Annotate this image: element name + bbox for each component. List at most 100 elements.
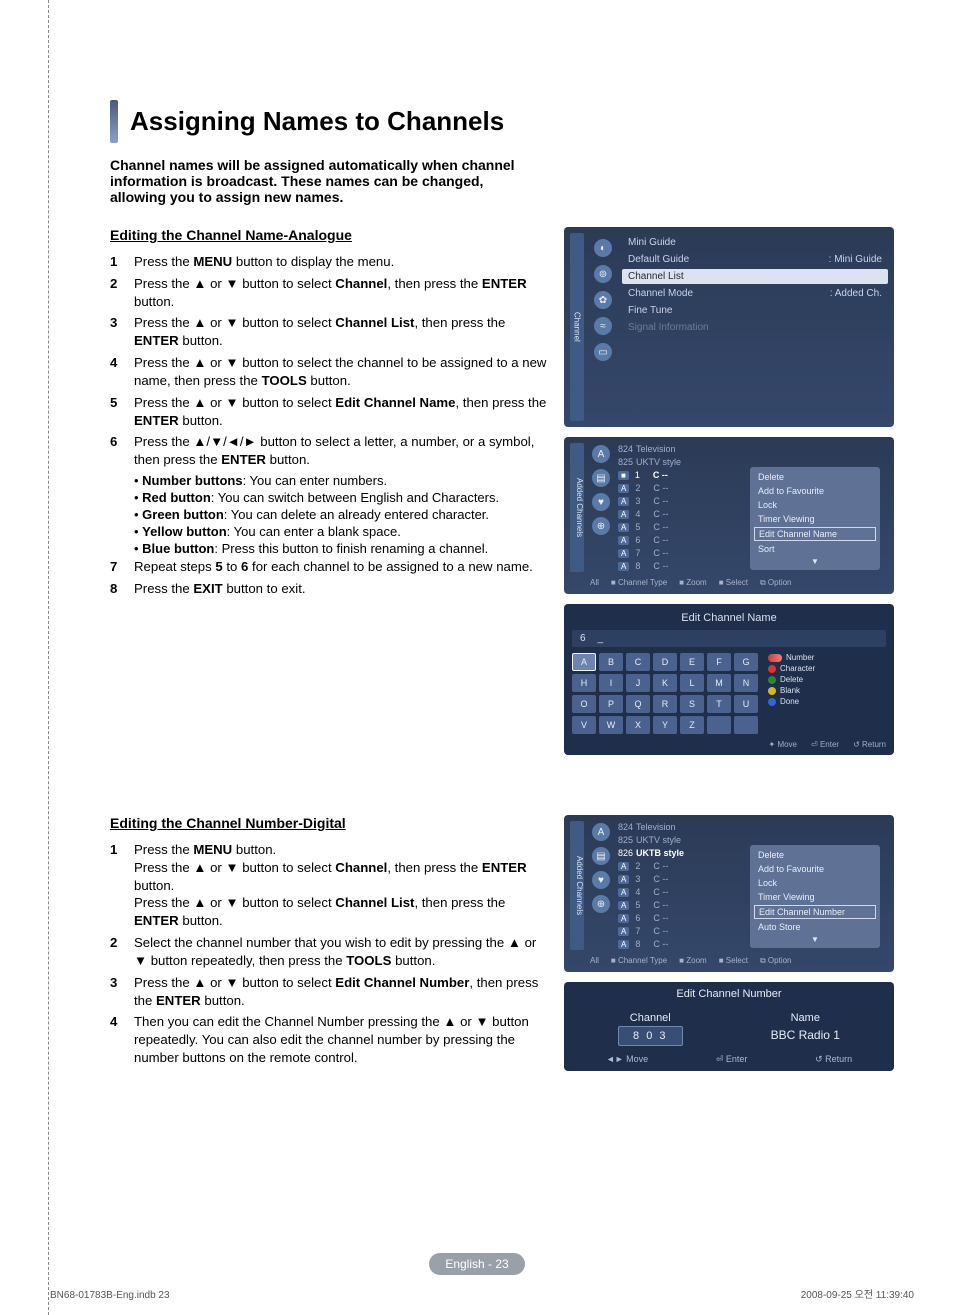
popup-item[interactable]: Timer Viewing bbox=[754, 513, 876, 525]
keyboard-key[interactable]: R bbox=[653, 695, 677, 713]
menu-item[interactable]: Channel List bbox=[622, 269, 888, 284]
indesign-footer-right: 2008-09-25 오전 11:39:40 bbox=[801, 1286, 914, 1301]
step-body: Press the ▲/▼/◄/► button to select a let… bbox=[134, 433, 548, 469]
keyboard-key[interactable]: P bbox=[599, 695, 623, 713]
bullet-item: • Yellow button: You can enter a blank s… bbox=[134, 524, 548, 539]
footer-hint: ↺ Return bbox=[815, 1054, 852, 1065]
osd-side-tab: Added Channels bbox=[570, 821, 584, 950]
keyboard-key[interactable]: A bbox=[572, 653, 596, 671]
keyboard-key[interactable]: B bbox=[599, 653, 623, 671]
keyboard-key[interactable]: X bbox=[626, 716, 650, 734]
section-1-screens: Channel ◐ ⊚ ✿ ≈ ▭ Mini GuideDefault Guid… bbox=[564, 227, 894, 755]
keyboard-key[interactable] bbox=[734, 716, 758, 734]
keyboard-key[interactable]: F bbox=[707, 653, 731, 671]
legend-row: Done bbox=[768, 697, 815, 706]
keyboard-entry-row: 6 _ bbox=[572, 630, 886, 647]
fav-icon: ♥ bbox=[592, 493, 610, 511]
step-body: Then you can edit the Channel Number pre… bbox=[134, 1013, 548, 1066]
popup-item[interactable]: Delete bbox=[754, 471, 876, 483]
popup-item[interactable]: Auto Store bbox=[754, 921, 876, 933]
osd-channel-menu: Channel ◐ ⊚ ✿ ≈ ▭ Mini GuideDefault Guid… bbox=[564, 227, 894, 427]
menu-item[interactable]: Fine Tune bbox=[622, 303, 888, 318]
osd-footer: All■ Channel Type■ Zoom■ Select⧉ Option bbox=[570, 578, 888, 588]
entry-channel-num: 6 bbox=[580, 633, 586, 644]
bullet-item: • Green button: You can delete an alread… bbox=[134, 507, 548, 522]
ecn-name-value: BBC Radio 1 bbox=[771, 1028, 840, 1042]
page-number-pill: English - 23 bbox=[429, 1253, 524, 1275]
keyboard-key[interactable] bbox=[707, 716, 731, 734]
step-body: Repeat steps 5 to 6 for each channel to … bbox=[134, 558, 548, 576]
tune-icon: ≈ bbox=[594, 317, 612, 335]
keyboard-key[interactable]: C bbox=[626, 653, 650, 671]
step-number: 2 bbox=[110, 934, 134, 970]
list-icon: ▤ bbox=[592, 469, 610, 487]
keyboard-keys: ABCDEFG HIJKLMN OPQRSTU VWXYZ bbox=[572, 653, 758, 734]
section-1: Editing the Channel Name-Analogue 1Press… bbox=[110, 227, 894, 755]
page-content: Assigning Names to Channels Channel name… bbox=[0, 0, 954, 1111]
keyboard-key[interactable]: Y bbox=[653, 716, 677, 734]
step-number: 8 bbox=[110, 580, 134, 598]
keyboard-key[interactable]: U bbox=[734, 695, 758, 713]
keyboard-key[interactable]: V bbox=[572, 716, 596, 734]
keyboard-key[interactable]: N bbox=[734, 674, 758, 692]
footer-hint: ◄► Move bbox=[606, 1054, 648, 1065]
ecn-channel-col: Channel 8 0 3 bbox=[618, 1012, 682, 1046]
menu-item[interactable]: Channel Mode: Added Ch. bbox=[622, 286, 888, 301]
popup-item[interactable]: Sort bbox=[754, 543, 876, 555]
channel-row[interactable]: 824Television bbox=[618, 821, 888, 833]
keyboard-key[interactable]: J bbox=[626, 674, 650, 692]
osd-side-tab: Channel bbox=[570, 233, 584, 421]
tools-popup: Delete Add to Favourite Lock Timer Viewing E… bbox=[750, 467, 880, 570]
step-number: 2 bbox=[110, 275, 134, 311]
keyboard-key[interactable]: Z bbox=[680, 716, 704, 734]
step-number: 7 bbox=[110, 558, 134, 576]
keyboard-key[interactable]: G bbox=[734, 653, 758, 671]
keyboard-key[interactable]: L bbox=[680, 674, 704, 692]
popup-item[interactable]: Lock bbox=[754, 877, 876, 889]
keyboard-key[interactable]: K bbox=[653, 674, 677, 692]
color-dot-icon bbox=[768, 687, 776, 695]
crop-mark bbox=[48, 0, 49, 1315]
keyboard-key[interactable]: D bbox=[653, 653, 677, 671]
keyboard-key[interactable]: O bbox=[572, 695, 596, 713]
menu-item[interactable]: Mini Guide bbox=[622, 235, 888, 250]
popup-item[interactable]: Edit Channel Name bbox=[754, 527, 876, 541]
popup-item[interactable]: Add to Favourite bbox=[754, 863, 876, 875]
keyboard-key[interactable]: T bbox=[707, 695, 731, 713]
footer-hint: ⏎ Enter bbox=[811, 740, 839, 749]
footer-hint: ■ Channel Type bbox=[611, 578, 667, 588]
popup-item[interactable]: Timer Viewing bbox=[754, 891, 876, 903]
page-footer: English - 23 bbox=[0, 1253, 954, 1275]
entry-value: _ bbox=[598, 633, 604, 644]
step-body: Press the ▲ or ▼ button to select the ch… bbox=[134, 354, 548, 390]
osd-channel-list-name: Added Channels A ▤ ♥ ⊕ 824Television825U… bbox=[564, 437, 894, 594]
footer-hint: All bbox=[590, 956, 599, 966]
menu-item[interactable]: Default Guide: Mini Guide bbox=[622, 252, 888, 267]
title-accent-bar bbox=[110, 100, 118, 143]
footer-hint: ■ Channel Type bbox=[611, 956, 667, 966]
bullet-item: • Blue button: Press this button to fini… bbox=[134, 541, 548, 556]
ecn-channel-value: 8 0 3 bbox=[618, 1026, 682, 1046]
keyboard-key[interactable]: Q bbox=[626, 695, 650, 713]
keyboard-key[interactable]: S bbox=[680, 695, 704, 713]
keyboard-key[interactable]: W bbox=[599, 716, 623, 734]
legend-row: Character bbox=[768, 664, 815, 673]
footer-hint: ⧉ Option bbox=[760, 578, 792, 588]
popup-item[interactable]: Lock bbox=[754, 499, 876, 511]
footer-hint: ⧉ Option bbox=[760, 956, 792, 966]
keyboard-key[interactable]: H bbox=[572, 674, 596, 692]
keyboard-key[interactable]: I bbox=[599, 674, 623, 692]
channel-row[interactable]: 824Television bbox=[618, 443, 888, 455]
osd-side-tab: Added Channels bbox=[570, 443, 584, 572]
keyboard-key[interactable]: E bbox=[680, 653, 704, 671]
keyboard-key[interactable]: M bbox=[707, 674, 731, 692]
section-1-bullets: • Number buttons: You can enter numbers.… bbox=[110, 473, 548, 556]
menu-item[interactable]: Signal Information bbox=[622, 320, 888, 335]
section-2: Editing the Channel Number-Digital 1Pres… bbox=[110, 815, 894, 1071]
popup-item[interactable]: Edit Channel Number bbox=[754, 905, 876, 919]
popup-item[interactable]: Delete bbox=[754, 849, 876, 861]
list-icon: ▤ bbox=[592, 847, 610, 865]
footer-hint: ■ Zoom bbox=[679, 956, 707, 966]
footer-hint: ■ Select bbox=[719, 578, 748, 588]
popup-item[interactable]: Add to Favourite bbox=[754, 485, 876, 497]
